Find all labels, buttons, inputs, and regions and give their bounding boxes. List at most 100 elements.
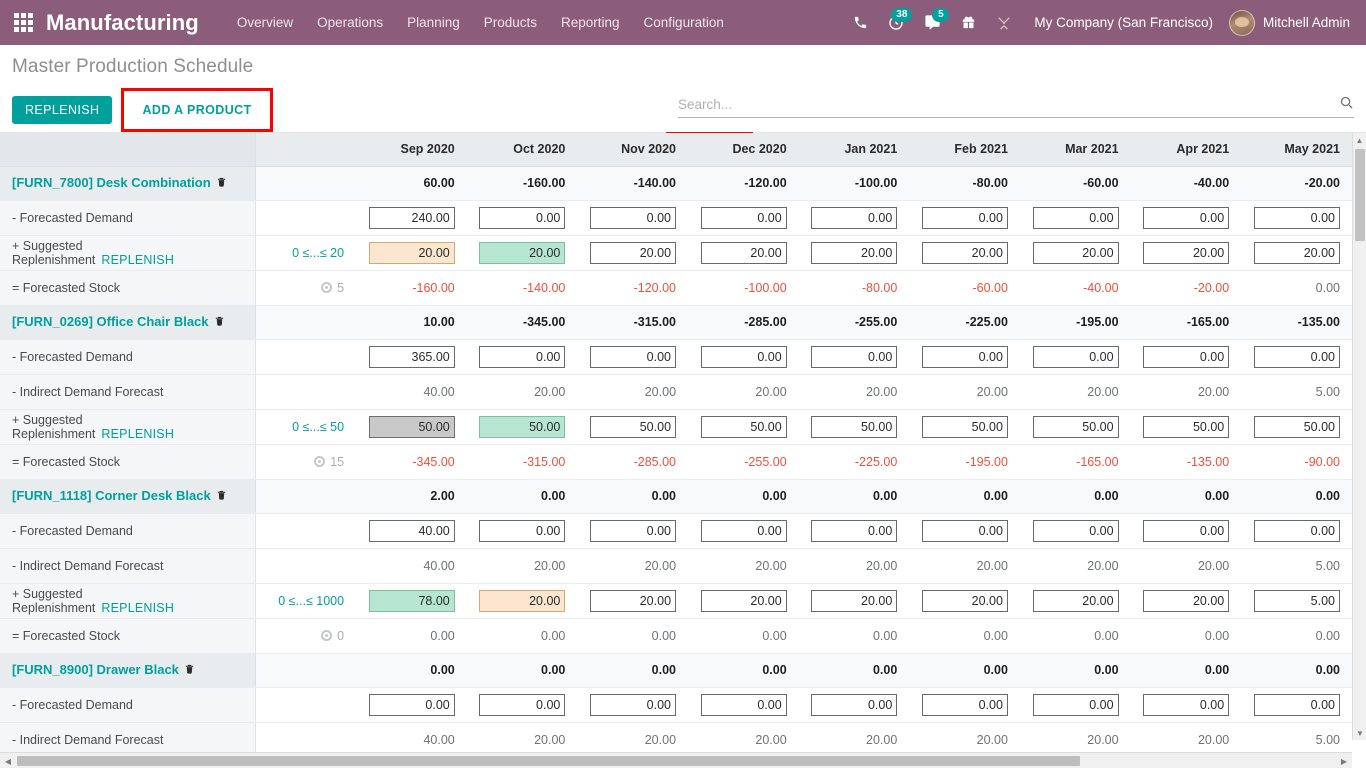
delete-product-icon[interactable]: [184, 663, 195, 678]
tools-icon[interactable]: [986, 0, 1022, 45]
horizontal-scroll-thumb[interactable]: [17, 756, 1080, 766]
forecasted-demand-input[interactable]: [922, 207, 1008, 229]
activity-clock-icon[interactable]: 38: [878, 0, 914, 45]
forecasted-demand-input[interactable]: [369, 346, 455, 368]
add-a-product-button[interactable]: ADD A PRODUCT: [130, 96, 263, 124]
suggested-replenishment-input[interactable]: [479, 590, 565, 612]
forecasted-demand-input[interactable]: [479, 207, 565, 229]
forecasted-demand-input[interactable]: [369, 207, 455, 229]
search-icon[interactable]: [1333, 95, 1354, 114]
suggested-replenishment-input[interactable]: [479, 242, 565, 264]
apps-grid-icon[interactable]: [0, 0, 46, 45]
forecasted-demand-input[interactable]: [701, 694, 787, 716]
forecasted-demand-input[interactable]: [1143, 346, 1229, 368]
suggested-replenishment-input[interactable]: [369, 416, 455, 438]
suggested-replenishment-input[interactable]: [922, 590, 1008, 612]
product-name-label[interactable]: [FURN_1118] Corner Desk Black: [12, 488, 211, 503]
menu-item-reporting[interactable]: Reporting: [549, 9, 632, 36]
forecasted-demand-input[interactable]: [701, 346, 787, 368]
row-replenish-link[interactable]: REPLENISH: [101, 427, 174, 441]
forecasted-demand-input[interactable]: [590, 694, 676, 716]
delete-product-icon[interactable]: [214, 315, 225, 330]
suggested-replenishment-input[interactable]: [1033, 590, 1119, 612]
suggested-replenishment-input[interactable]: [922, 242, 1008, 264]
horizontal-scrollbar[interactable]: ◀ ▶: [0, 752, 1352, 768]
company-selector[interactable]: My Company (San Francisco): [1022, 15, 1225, 30]
forecasted-demand-input[interactable]: [590, 520, 676, 542]
menu-item-operations[interactable]: Operations: [305, 9, 395, 36]
forecasted-demand-input[interactable]: [811, 520, 897, 542]
suggested-replenishment-input[interactable]: [701, 590, 787, 612]
suggested-replenishment-input[interactable]: [922, 416, 1008, 438]
suggested-replenishment-input[interactable]: [590, 590, 676, 612]
menu-item-configuration[interactable]: Configuration: [632, 9, 736, 36]
forecasted-demand-input[interactable]: [1254, 520, 1340, 542]
scroll-left-arrow[interactable]: ◀: [0, 753, 16, 769]
search-input[interactable]: [678, 97, 1333, 112]
vertical-scroll-thumb[interactable]: [1355, 149, 1365, 241]
forecasted-demand-input[interactable]: [479, 694, 565, 716]
forecasted-demand-input[interactable]: [811, 346, 897, 368]
suggested-replenishment-input[interactable]: [811, 416, 897, 438]
forecasted-demand-input[interactable]: [1033, 346, 1119, 368]
suggested-replenishment-input[interactable]: [1254, 416, 1340, 438]
suggested-replenishment-input[interactable]: [811, 242, 897, 264]
forecasted-demand-input[interactable]: [811, 207, 897, 229]
scroll-right-arrow[interactable]: ▶: [1336, 753, 1352, 769]
forecasted-demand-input[interactable]: [1254, 346, 1340, 368]
delete-product-icon[interactable]: [216, 489, 227, 504]
gift-icon[interactable]: [951, 0, 986, 45]
forecasted-demand-input[interactable]: [1254, 694, 1340, 716]
forecasted-demand-input[interactable]: [590, 346, 676, 368]
forecasted-demand-input[interactable]: [811, 694, 897, 716]
menu-item-products[interactable]: Products: [472, 9, 549, 36]
suggested-replenishment-input[interactable]: [1033, 242, 1119, 264]
forecasted-demand-input[interactable]: [1143, 520, 1229, 542]
product-name-cell[interactable]: [FURN_0269] Office Chair Black: [0, 305, 256, 339]
messages-icon[interactable]: 5: [914, 0, 951, 45]
product-name-label[interactable]: [FURN_8900] Drawer Black: [12, 662, 179, 677]
menu-item-overview[interactable]: Overview: [225, 9, 305, 36]
suggested-replenishment-input[interactable]: [369, 242, 455, 264]
forecasted-demand-input[interactable]: [369, 694, 455, 716]
forecasted-demand-input[interactable]: [1033, 207, 1119, 229]
forecasted-demand-input[interactable]: [701, 520, 787, 542]
suggested-replenishment-input[interactable]: [590, 416, 676, 438]
forecasted-demand-input[interactable]: [1143, 694, 1229, 716]
replenishment-range-cell[interactable]: 0 ≤...≤ 1000: [256, 583, 357, 618]
forecasted-demand-input[interactable]: [479, 520, 565, 542]
replenish-button[interactable]: REPLENISH: [12, 96, 112, 124]
phone-icon[interactable]: [843, 0, 878, 45]
forecasted-demand-input[interactable]: [922, 346, 1008, 368]
vertical-scrollbar[interactable]: ▲ ▼: [1352, 133, 1366, 740]
suggested-replenishment-input[interactable]: [1143, 590, 1229, 612]
suggested-replenishment-input[interactable]: [701, 242, 787, 264]
suggested-replenishment-input[interactable]: [1143, 416, 1229, 438]
suggested-replenishment-input[interactable]: [369, 590, 455, 612]
suggested-replenishment-input[interactable]: [590, 242, 676, 264]
suggested-replenishment-input[interactable]: [1254, 242, 1340, 264]
forecasted-demand-input[interactable]: [1033, 520, 1119, 542]
product-name-cell[interactable]: [FURN_7800] Desk Combination: [0, 166, 256, 200]
suggested-replenishment-input[interactable]: [1143, 242, 1229, 264]
product-name-cell[interactable]: [FURN_1118] Corner Desk Black: [0, 479, 256, 513]
replenishment-range-cell[interactable]: 0 ≤...≤ 20: [256, 235, 357, 270]
suggested-replenishment-input[interactable]: [1254, 590, 1340, 612]
forecasted-demand-input[interactable]: [922, 520, 1008, 542]
forecasted-demand-input[interactable]: [1033, 694, 1119, 716]
forecasted-demand-input[interactable]: [1254, 207, 1340, 229]
user-menu[interactable]: Mitchell Admin: [1225, 10, 1356, 36]
product-name-label[interactable]: [FURN_0269] Office Chair Black: [12, 314, 209, 329]
scroll-up-arrow[interactable]: ▲: [1353, 133, 1366, 147]
product-name-label[interactable]: [FURN_7800] Desk Combination: [12, 175, 211, 190]
forecasted-demand-input[interactable]: [479, 346, 565, 368]
suggested-replenishment-input[interactable]: [701, 416, 787, 438]
forecasted-demand-input[interactable]: [590, 207, 676, 229]
suggested-replenishment-input[interactable]: [1033, 416, 1119, 438]
forecasted-demand-input[interactable]: [369, 520, 455, 542]
menu-item-planning[interactable]: Planning: [395, 9, 472, 36]
row-replenish-link[interactable]: REPLENISH: [101, 253, 174, 267]
scroll-down-arrow[interactable]: ▼: [1353, 726, 1366, 740]
replenishment-range-cell[interactable]: 0 ≤...≤ 50: [256, 409, 357, 444]
row-replenish-link[interactable]: REPLENISH: [101, 601, 174, 615]
